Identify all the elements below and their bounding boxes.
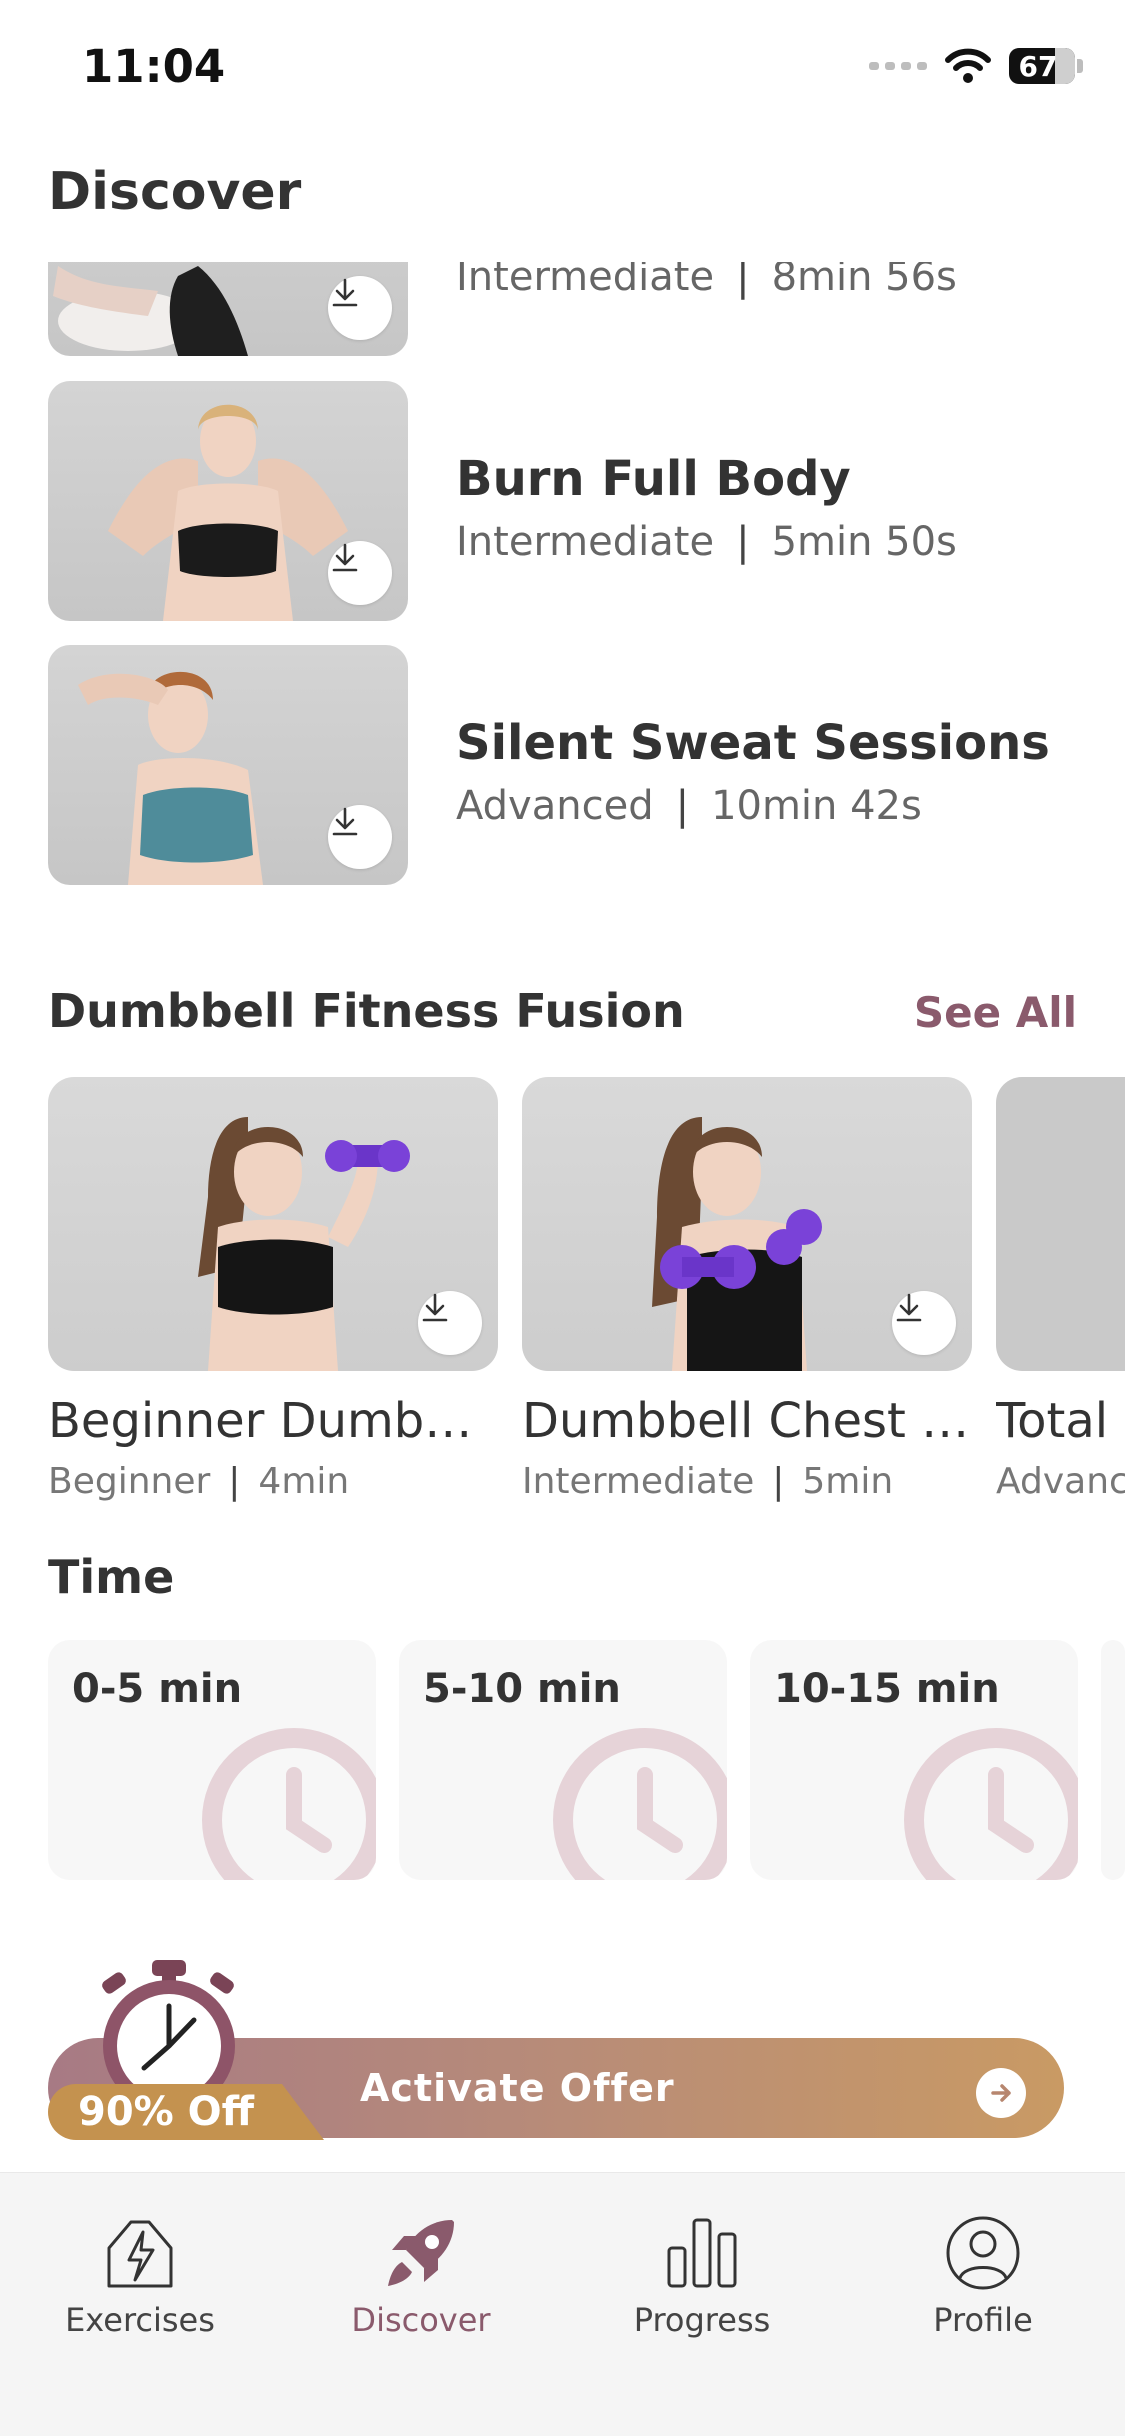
card-meta: Advanc [996,1461,1125,1502]
workout-thumbnail [48,645,408,885]
battery-icon: 67 [1009,48,1075,84]
card-image [522,1077,972,1371]
offer-arrow-button[interactable] [976,2068,1026,2118]
rocket-icon [388,2220,454,2286]
battery-level: 67 [1018,49,1058,83]
profile-icon [946,2216,1020,2290]
clock-icon [904,1728,1078,1880]
workout-meta: Intermediate | 8min 56s [456,262,957,300]
download-button[interactable] [328,805,392,869]
activate-offer-label: Activate Offer [360,2066,675,2110]
workout-thumbnail [48,381,408,621]
time-range-card[interactable]: 0-5 min [48,1640,376,1880]
dumbbell-card[interactable]: Total Advanc [996,1077,1125,1502]
lightning-icon [107,2220,173,2288]
workout-list: Intermediate | 8min 56s Burn Full Body Int… [0,262,1125,892]
download-button[interactable] [328,276,392,340]
signal-icon [869,62,927,70]
time-range-card[interactable]: 5-10 min [399,1640,727,1880]
status-bar: 11:04 67 [0,0,1125,140]
list-item[interactable]: Silent Sweat Sessions Advanced | 10min 42s [48,645,1078,885]
card-image [48,1077,498,1371]
download-icon [422,1293,448,1322]
download-button[interactable] [892,1291,956,1355]
see-all-link[interactable]: See All [914,988,1077,1037]
tab-label: Progress [633,2301,771,2339]
download-icon [332,543,358,572]
time-range-label: 5-10 min [423,1666,621,1712]
offer-badge: 90% Off [48,2084,324,2140]
dumbbell-card[interactable]: Beginner Dumbbe... Beginner | 4min [48,1077,498,1502]
wifi-icon [945,48,991,83]
list-item[interactable]: Burn Full Body Intermediate | 5min 50s [48,381,1078,621]
download-button[interactable] [328,541,392,605]
workout-meta: Intermediate | 5min 50s [456,519,957,565]
list-item[interactable]: Intermediate | 8min 56s [48,262,1078,356]
download-icon [896,1293,922,1322]
card-meta: Intermediate | 5min [522,1461,894,1502]
card-image [996,1077,1125,1371]
workout-meta: Advanced | 10min 42s [456,783,922,829]
download-button[interactable] [418,1291,482,1355]
tab-discover[interactable]: Discover [311,2213,531,2363]
download-icon [332,278,358,307]
time-range-label: 10-15 min [774,1666,1000,1712]
status-icons: 67 [869,48,1083,84]
tab-label: Exercises [65,2301,215,2339]
section-title-dumbbell: Dumbbell Fitness Fusion [48,984,685,1038]
clock-icon [553,1728,727,1880]
bar-chart-icon [667,2218,737,2288]
workout-title: Burn Full Body [456,451,851,507]
workout-thumbnail [48,262,408,356]
section-title-time: Time [48,1550,175,1604]
time-range-card[interactable]: 10-15 min [750,1640,1078,1880]
time-range-label: 0-5 min [72,1666,243,1712]
arrow-right-icon [991,2084,1011,2102]
page-title: Discover [48,162,302,222]
card-title: Total [996,1393,1109,1449]
dumbbell-card[interactable]: Dumbbell Chest S... Intermediate | 5min [522,1077,972,1502]
clock-icon [202,1728,376,1880]
offer-badge-text: 90% Off [78,2089,255,2135]
card-title: Dumbbell Chest S... [522,1393,972,1449]
tab-profile[interactable]: Profile [873,2213,1093,2363]
time-range-card[interactable] [1101,1640,1125,1880]
tab-label: Profile [933,2301,1033,2339]
tab-label: Discover [351,2301,491,2339]
workout-title: Silent Sweat Sessions [456,715,1050,771]
tab-exercises[interactable]: Exercises [30,2213,250,2363]
tab-progress[interactable]: Progress [592,2213,812,2363]
status-time: 11:04 [82,40,226,93]
tab-bar: Exercises Discover Progress Profile [0,2172,1125,2436]
card-meta: Beginner | 4min [48,1461,350,1502]
offer-banner[interactable]: 90% Off Activate Offer [48,1958,1064,2140]
card-title: Beginner Dumbbe... [48,1393,498,1449]
download-icon [332,807,358,836]
